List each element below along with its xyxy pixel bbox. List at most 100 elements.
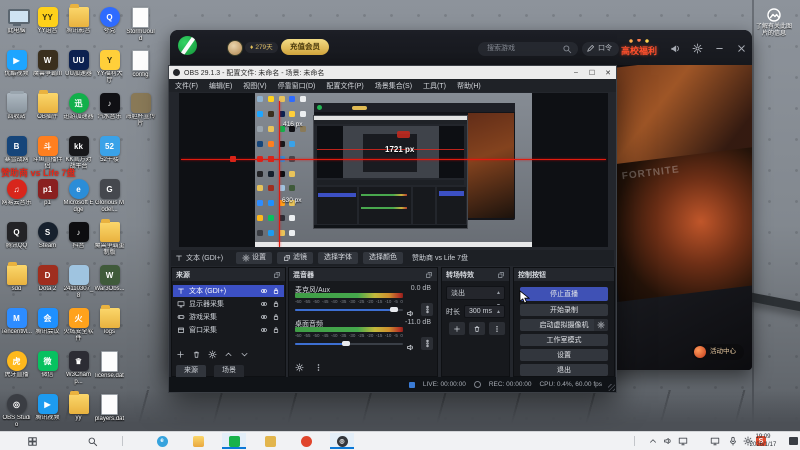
spotlight-hint[interactable]: 了解有关此图 片的信息 <box>752 6 796 38</box>
volume-slider[interactable] <box>295 340 403 347</box>
source-settings-button[interactable]: 设置 <box>236 252 272 264</box>
desktop-icon-Steam[interactable]: S Steam <box>32 222 63 250</box>
desktop-icon-yy[interactable]: yy <box>63 391 94 422</box>
desktop-icon-p1[interactable]: p1 p1 <box>32 179 63 207</box>
visibility-eye-icon[interactable] <box>260 287 268 295</box>
red-app[interactable] <box>294 433 318 449</box>
desktop-icon-Microsoft Edge[interactable]: e Microsoft Edge <box>63 179 94 214</box>
desktop-icon-52干楼[interactable]: 52 52干楼 <box>94 136 125 164</box>
activity-center-button[interactable]: 活动中心 <box>692 344 744 360</box>
obs-titlebar[interactable]: OBS 29.1.3 - 配置文件: 未命名 - 场景: 未命名 – ☐ ✕ <box>169 66 616 79</box>
source-properties-button[interactable] <box>208 350 217 359</box>
lock-icon[interactable] <box>272 287 280 295</box>
obs-minimize-button[interactable]: – <box>568 66 584 79</box>
text-source-value[interactable]: 赞助商 vs Life 7盘 <box>412 253 468 263</box>
volume-slider[interactable] <box>295 306 403 313</box>
channel-menu-button[interactable] <box>421 303 433 316</box>
visibility-eye-icon[interactable] <box>260 313 268 321</box>
tray-speaker-icon[interactable] <box>661 435 674 447</box>
desktop-icon-优酷视频[interactable]: ▶ 优酷视频 <box>1 50 32 78</box>
desktop-icon-YY福利大厅[interactable]: Y YY福利大厅 <box>94 50 125 85</box>
desktop-icon-logs[interactable]: logs <box>94 305 125 336</box>
select-font-button[interactable]: 选择字体 <box>318 252 358 264</box>
desktop-icon-海胆杯宣传片[interactable]: 海胆杯宣传片 <box>125 93 156 128</box>
campus-welfare-link[interactable]: 高校福利 <box>621 39 657 57</box>
popout-icon[interactable] <box>497 271 505 279</box>
desktop-icon-腾讯影音[interactable]: 腾讯影音 <box>63 4 94 35</box>
desktop-icon-暴雪战网[interactable]: B 暴雪战网 <box>1 136 32 164</box>
desktop-icon-虎牙直播[interactable]: 虎虎牙直播 <box>1 351 32 379</box>
speaker-icon[interactable] <box>406 339 415 357</box>
add-transition-button[interactable] <box>449 322 465 335</box>
ruler-handle[interactable] <box>268 156 274 162</box>
lock-icon[interactable] <box>272 313 280 321</box>
membership-days-badge[interactable]: ♦ 279天 <box>245 42 278 53</box>
obs-close-button[interactable]: ✕ <box>600 66 616 79</box>
desktop-icon-腾讯会议[interactable]: 会腾讯会议 <box>32 308 63 336</box>
menu-配置文件(P)[interactable]: 配置文件(P) <box>326 81 363 91</box>
move-source-up-button[interactable] <box>224 350 233 359</box>
menu-帮助(H)[interactable]: 帮助(H) <box>457 81 481 91</box>
desktop-icon-Dota 2[interactable]: D Dota 2 <box>32 265 63 293</box>
start-button[interactable] <box>20 433 44 449</box>
desktop-icon-YY语音[interactable]: YY YY语音 <box>32 7 63 35</box>
control-button-设置[interactable]: 设置 <box>520 349 608 361</box>
desktop-icon-War3Obs...[interactable]: W War3Obs... <box>94 265 125 293</box>
desktop-icon-OBS Studio[interactable]: ◎ OBS Studio <box>1 394 32 429</box>
transition-select[interactable]: 淡出▲▼ <box>446 286 505 309</box>
dock-tab-来源[interactable]: 来源 <box>176 365 206 377</box>
file-explorer[interactable] <box>186 433 210 449</box>
desktop-icon-汽水音乐[interactable]: ♪ 汽水音乐 <box>94 93 125 121</box>
desktop-icon-迅游加速器[interactable]: 迅迅游加速器 <box>63 93 94 121</box>
dock-tab-场景[interactable]: 场景 <box>214 365 244 377</box>
desktop-icon-config[interactable]: config <box>125 50 156 79</box>
transition-menu-button[interactable] <box>489 322 505 335</box>
desktop-icon-腾讯QQ[interactable]: Q 腾讯QQ <box>1 222 32 250</box>
menu-文件(F)[interactable]: 文件(F) <box>175 81 198 91</box>
channel-menu-button[interactable] <box>421 337 433 350</box>
menu-场景集合(S)[interactable]: 场景集合(S) <box>375 81 412 91</box>
desktop-icon-Glorious Model...[interactable]: G Glorious Model... <box>94 179 125 214</box>
ruler-handle[interactable] <box>230 156 236 162</box>
game-search-input[interactable]: 搜索游戏 <box>478 42 578 56</box>
resize-grip[interactable] <box>608 384 615 391</box>
desktop-icon-24110307_8[interactable]: 24110307_8 <box>63 265 94 300</box>
desktop-icon-此电脑[interactable]: 此电脑 <box>1 7 32 35</box>
lock-icon[interactable] <box>272 300 280 308</box>
obs-maximize-button[interactable]: ☐ <box>584 66 600 79</box>
launcher-settings-button[interactable] <box>690 41 704 55</box>
desktop-icon-火绒安全软件[interactable]: 火火绒安全软件 <box>63 308 94 343</box>
tray-chevron-icon[interactable] <box>646 435 659 447</box>
launcher-close-button[interactable] <box>734 41 748 55</box>
desktop-icon-魔兽争霸重制版[interactable]: 魔兽争霸重制版 <box>94 219 125 257</box>
virtual-camera-settings-button[interactable] <box>594 319 608 331</box>
add-source-button[interactable] <box>176 350 185 359</box>
source-row-显示器采集[interactable]: 显示器采集 <box>173 298 284 310</box>
launcher-minimize-button[interactable] <box>712 41 726 55</box>
yellow-app[interactable] <box>258 433 282 449</box>
search-button[interactable] <box>80 433 104 449</box>
control-button-启动虚拟摄像机[interactable]: 启动虚拟摄像机 <box>520 319 608 331</box>
tray-display-icon[interactable] <box>676 435 689 447</box>
source-row-游戏采集[interactable]: 游戏采集 <box>173 311 284 323</box>
transition-duration-input[interactable]: 300 ms▲▼ <box>464 305 505 327</box>
desktop-icon-TencentM...[interactable]: M TencentM... <box>1 308 32 336</box>
desktop-icon-UU加速器[interactable]: UU UU加速器 <box>63 50 94 78</box>
desktop-icon-腾讯视频[interactable]: ▶ 腾讯视频 <box>32 394 63 422</box>
control-button-退出[interactable]: 退出 <box>520 364 608 376</box>
control-button-开始录制[interactable]: 开始录制 <box>520 304 608 316</box>
recharge-vip-button[interactable]: 充值会员 <box>281 39 329 55</box>
desktop-icon-抖音[interactable]: ♪ 抖音 <box>63 222 94 250</box>
control-button-停止直播[interactable]: 停止直播 <box>520 287 608 301</box>
desktop-icon-OB插件[interactable]: OB插件 <box>32 90 63 121</box>
edge-app[interactable]: e <box>150 433 174 449</box>
desktop-icon-夸克[interactable]: Q 夸克 <box>94 7 125 35</box>
obs-preview[interactable]: 416 px 630 px 1721 px <box>179 93 608 247</box>
launcher-logo[interactable] <box>178 36 197 55</box>
desktop-icon-回收站[interactable]: 回收站 <box>1 91 32 121</box>
remove-transition-button[interactable] <box>469 322 485 335</box>
source-filters-button[interactable]: 滤镜 <box>277 252 313 264</box>
select-color-button[interactable]: 选择颜色 <box>363 252 403 264</box>
taskbar-clock[interactable]: 19:09 2026/1/17 <box>740 433 786 449</box>
wegame-app[interactable] <box>222 433 246 449</box>
